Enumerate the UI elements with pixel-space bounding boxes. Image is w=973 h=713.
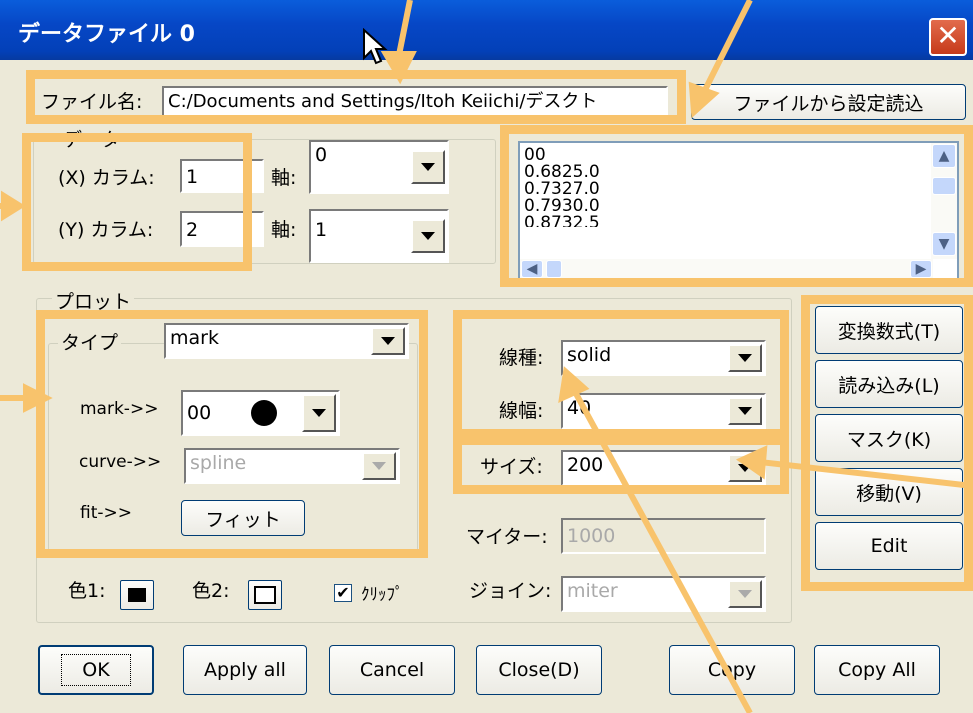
arrow-line	[571, 388, 753, 713]
arrow-line	[759, 459, 973, 489]
arrowhead-icon	[1, 190, 26, 222]
arrow-line	[699, 0, 753, 98]
annotation-arrows	[0, 0, 973, 713]
arrowhead-icon	[380, 51, 417, 85]
arrowhead-icon	[688, 81, 720, 119]
arrowhead-icon	[558, 366, 590, 404]
arrowhead-icon	[735, 445, 768, 480]
dialog-window: データファイル 0 ✕ ファイル名: C:/Documents and Sett…	[0, 0, 973, 713]
arrowhead-icon	[23, 383, 53, 413]
